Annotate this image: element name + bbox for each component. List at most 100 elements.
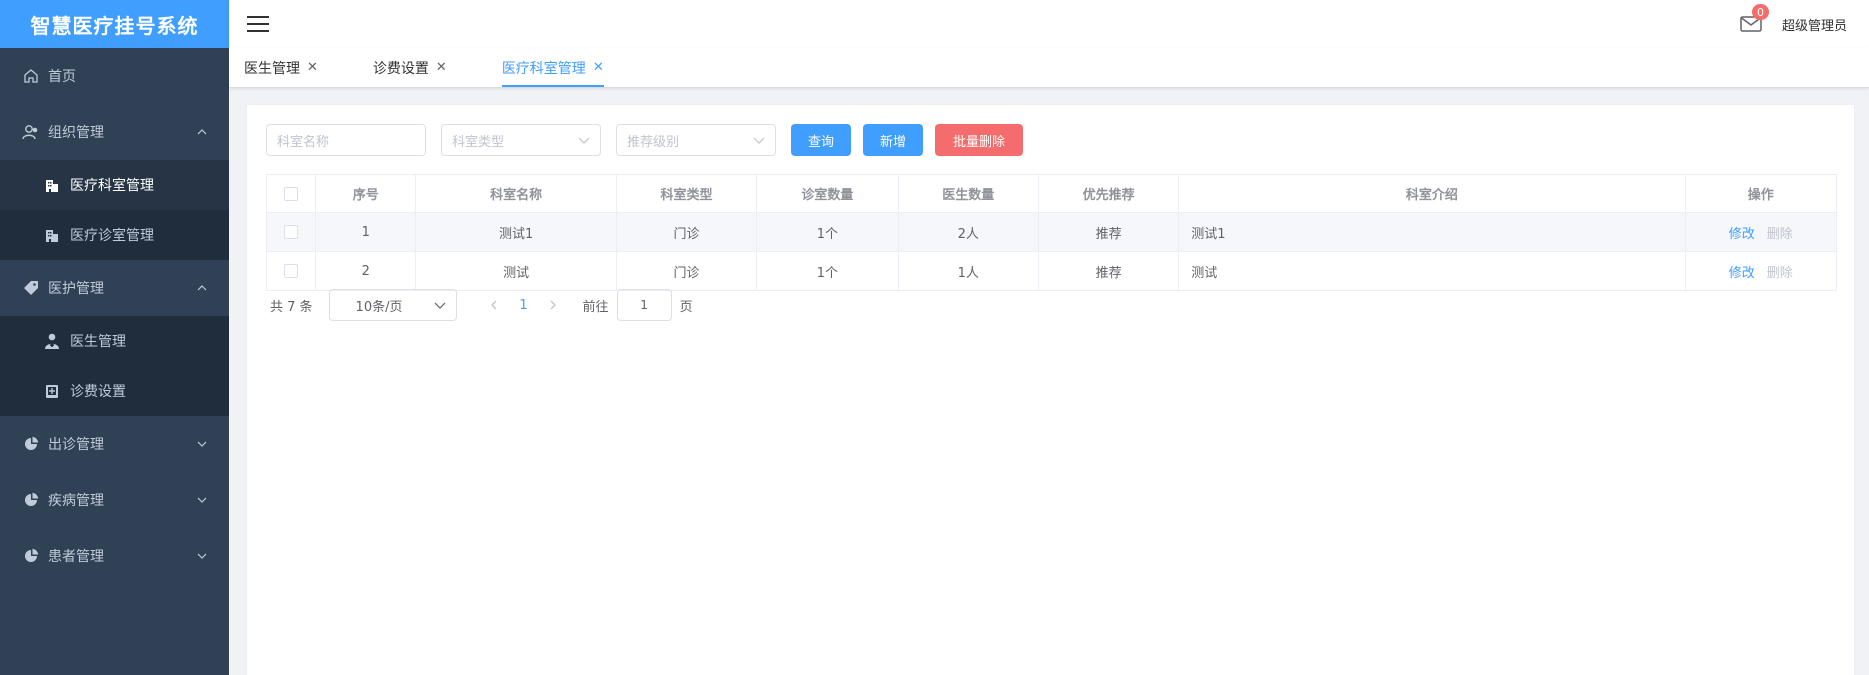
add-button[interactable]: 新增 — [863, 124, 923, 156]
row-select-cell[interactable] — [265, 251, 317, 291]
goto-page-input[interactable]: 1 — [616, 289, 672, 321]
sidebar-item-doctor-management[interactable]: 医生管理 — [0, 316, 229, 366]
cell-actions: 修改 删除 — [1684, 251, 1838, 291]
page-size-select[interactable]: 10条/页 — [328, 289, 457, 321]
close-icon[interactable]: ✕ — [307, 60, 318, 75]
tab-dept-management[interactable]: 医疗科室管理 ✕ — [501, 48, 604, 87]
chevron-down-icon — [753, 134, 765, 146]
tab-doctor-management[interactable]: 医生管理 ✕ — [244, 48, 318, 87]
select-placeholder: 推荐级别 — [627, 134, 680, 150]
close-icon[interactable]: ✕ — [593, 60, 604, 75]
page-suffix: 页 — [679, 299, 693, 315]
sidebar-item-room-management[interactable]: 医疗诊室管理 — [0, 210, 229, 260]
column-header: 科室名称 — [415, 174, 617, 213]
column-header: 科室类型 — [615, 174, 758, 213]
cell-type: 门诊 — [615, 251, 758, 291]
chevron-down-icon — [578, 134, 590, 146]
next-page-button[interactable] — [539, 291, 569, 319]
cell-name: 测试1 — [415, 212, 617, 252]
sidebar-group-visit[interactable]: 出诊管理 — [0, 416, 229, 472]
select-all-checkbox[interactable] — [284, 186, 299, 201]
sidebar-item-label: 医疗诊室管理 — [70, 228, 154, 244]
prev-page-button[interactable] — [479, 291, 509, 319]
sidebar: 智慧医疗挂号系统 首页 组织管理 医疗科室管理 医疗诊室管理 医护管理 医生管理… — [0, 0, 229, 675]
cell-index: 2 — [315, 251, 417, 291]
submenu-org: 医疗科室管理 医疗诊室管理 — [0, 160, 229, 260]
doctor-icon — [44, 333, 60, 349]
cell-intro: 测试 — [1178, 251, 1686, 291]
tags-view: 医生管理 ✕ 诊费设置 ✕ 医疗科室管理 ✕ — [229, 48, 1869, 88]
sidebar-item-label: 医疗科室管理 — [70, 178, 154, 194]
select-all-cell[interactable] — [265, 174, 317, 213]
sidebar-item-home[interactable]: 首页 — [0, 48, 229, 104]
sidebar-group-patient[interactable]: 患者管理 — [0, 528, 229, 584]
chevron-down-icon — [434, 299, 446, 311]
select-placeholder: 科室类型 — [452, 134, 505, 150]
cell-rooms: 1个 — [756, 212, 899, 252]
cell-doctors: 2人 — [897, 212, 1039, 252]
top-header: 0 超级管理员 — [229, 0, 1869, 48]
cell-rooms: 1个 — [756, 251, 899, 291]
cell-index: 1 — [315, 212, 417, 252]
chevron-up-icon — [195, 281, 209, 295]
home-icon — [22, 67, 40, 85]
dept-name-input[interactable]: 科室名称 — [266, 124, 426, 156]
cell-recommend: 推荐 — [1037, 212, 1180, 252]
sidebar-item-dept-management[interactable]: 医疗科室管理 — [0, 160, 229, 210]
batch-delete-button[interactable]: 批量删除 — [935, 124, 1023, 156]
column-header: 诊室数量 — [756, 174, 899, 213]
chevron-down-icon — [195, 437, 209, 451]
table-row[interactable]: 1 测试1 门诊 1个 2人 推荐 测试1 修改 删除 — [265, 212, 1838, 252]
column-header: 操作 — [1684, 174, 1838, 213]
header-right: 0 超级管理员 — [1740, 4, 1869, 34]
delete-link[interactable]: 删除 — [1767, 227, 1793, 242]
column-header: 优先推荐 — [1037, 174, 1180, 213]
column-header: 科室介绍 — [1178, 174, 1686, 213]
cell-recommend: 推荐 — [1037, 251, 1180, 291]
mail-icon[interactable]: 0 — [1740, 4, 1769, 33]
page-number[interactable]: 1 — [509, 291, 539, 319]
tab-fee-settings[interactable]: 诊费设置 ✕ — [373, 48, 447, 87]
sidebar-group-medical[interactable]: 医护管理 — [0, 260, 229, 316]
table-header-row: 序号 科室名称 科室类型 诊室数量 医生数量 优先推荐 科室介绍 操作 — [265, 174, 1838, 213]
hamburger-icon[interactable] — [240, 6, 276, 42]
sidebar-item-label: 首页 — [48, 69, 76, 85]
edit-link[interactable]: 修改 — [1729, 266, 1755, 281]
tab-label: 医生管理 — [244, 60, 300, 77]
column-header: 序号 — [315, 174, 417, 213]
edit-link[interactable]: 修改 — [1729, 227, 1755, 242]
notification-badge: 0 — [1751, 4, 1769, 20]
sidebar-item-fee-settings[interactable]: 诊费设置 — [0, 366, 229, 416]
dept-type-select[interactable]: 科室类型 — [441, 124, 601, 156]
pagination: 共 7 条 10条/页 1 前往 1 页 — [270, 289, 693, 321]
row-select-cell[interactable] — [265, 212, 317, 252]
delete-link[interactable]: 删除 — [1767, 266, 1793, 281]
chevron-down-icon — [195, 493, 209, 507]
sidebar-group-org[interactable]: 组织管理 — [0, 104, 229, 160]
building-icon — [44, 177, 60, 193]
sidebar-group-label: 医护管理 — [48, 281, 104, 297]
sidebar-group-label: 组织管理 — [48, 125, 104, 141]
cell-name: 测试 — [415, 251, 617, 291]
recommend-level-select[interactable]: 推荐级别 — [616, 124, 776, 156]
filter-toolbar: 科室名称 科室类型 推荐级别 查询 新增 批量删除 — [266, 124, 1035, 156]
username[interactable]: 超级管理员 — [1782, 15, 1847, 34]
tab-label: 医疗科室管理 — [501, 60, 586, 77]
cell-intro: 测试1 — [1178, 212, 1686, 252]
cell-actions: 修改 删除 — [1684, 212, 1838, 252]
sidebar-group-disease[interactable]: 疾病管理 — [0, 472, 229, 528]
sidebar-group-label: 疾病管理 — [48, 493, 104, 509]
close-icon[interactable]: ✕ — [436, 60, 447, 75]
row-checkbox[interactable] — [284, 225, 299, 239]
submenu-medical: 医生管理 诊费设置 — [0, 316, 229, 416]
cell-type: 门诊 — [615, 212, 758, 252]
row-checkbox[interactable] — [284, 264, 299, 278]
goto-label: 前往 — [582, 299, 609, 315]
sidebar-item-label: 医生管理 — [70, 334, 126, 350]
app-logo: 智慧医疗挂号系统 — [0, 0, 229, 48]
query-button[interactable]: 查询 — [791, 124, 851, 156]
chevron-down-icon — [195, 549, 209, 563]
table-row[interactable]: 2 测试 门诊 1个 1人 推荐 测试 修改 删除 — [265, 251, 1838, 291]
column-header: 医生数量 — [897, 174, 1039, 213]
book-icon — [44, 383, 60, 399]
